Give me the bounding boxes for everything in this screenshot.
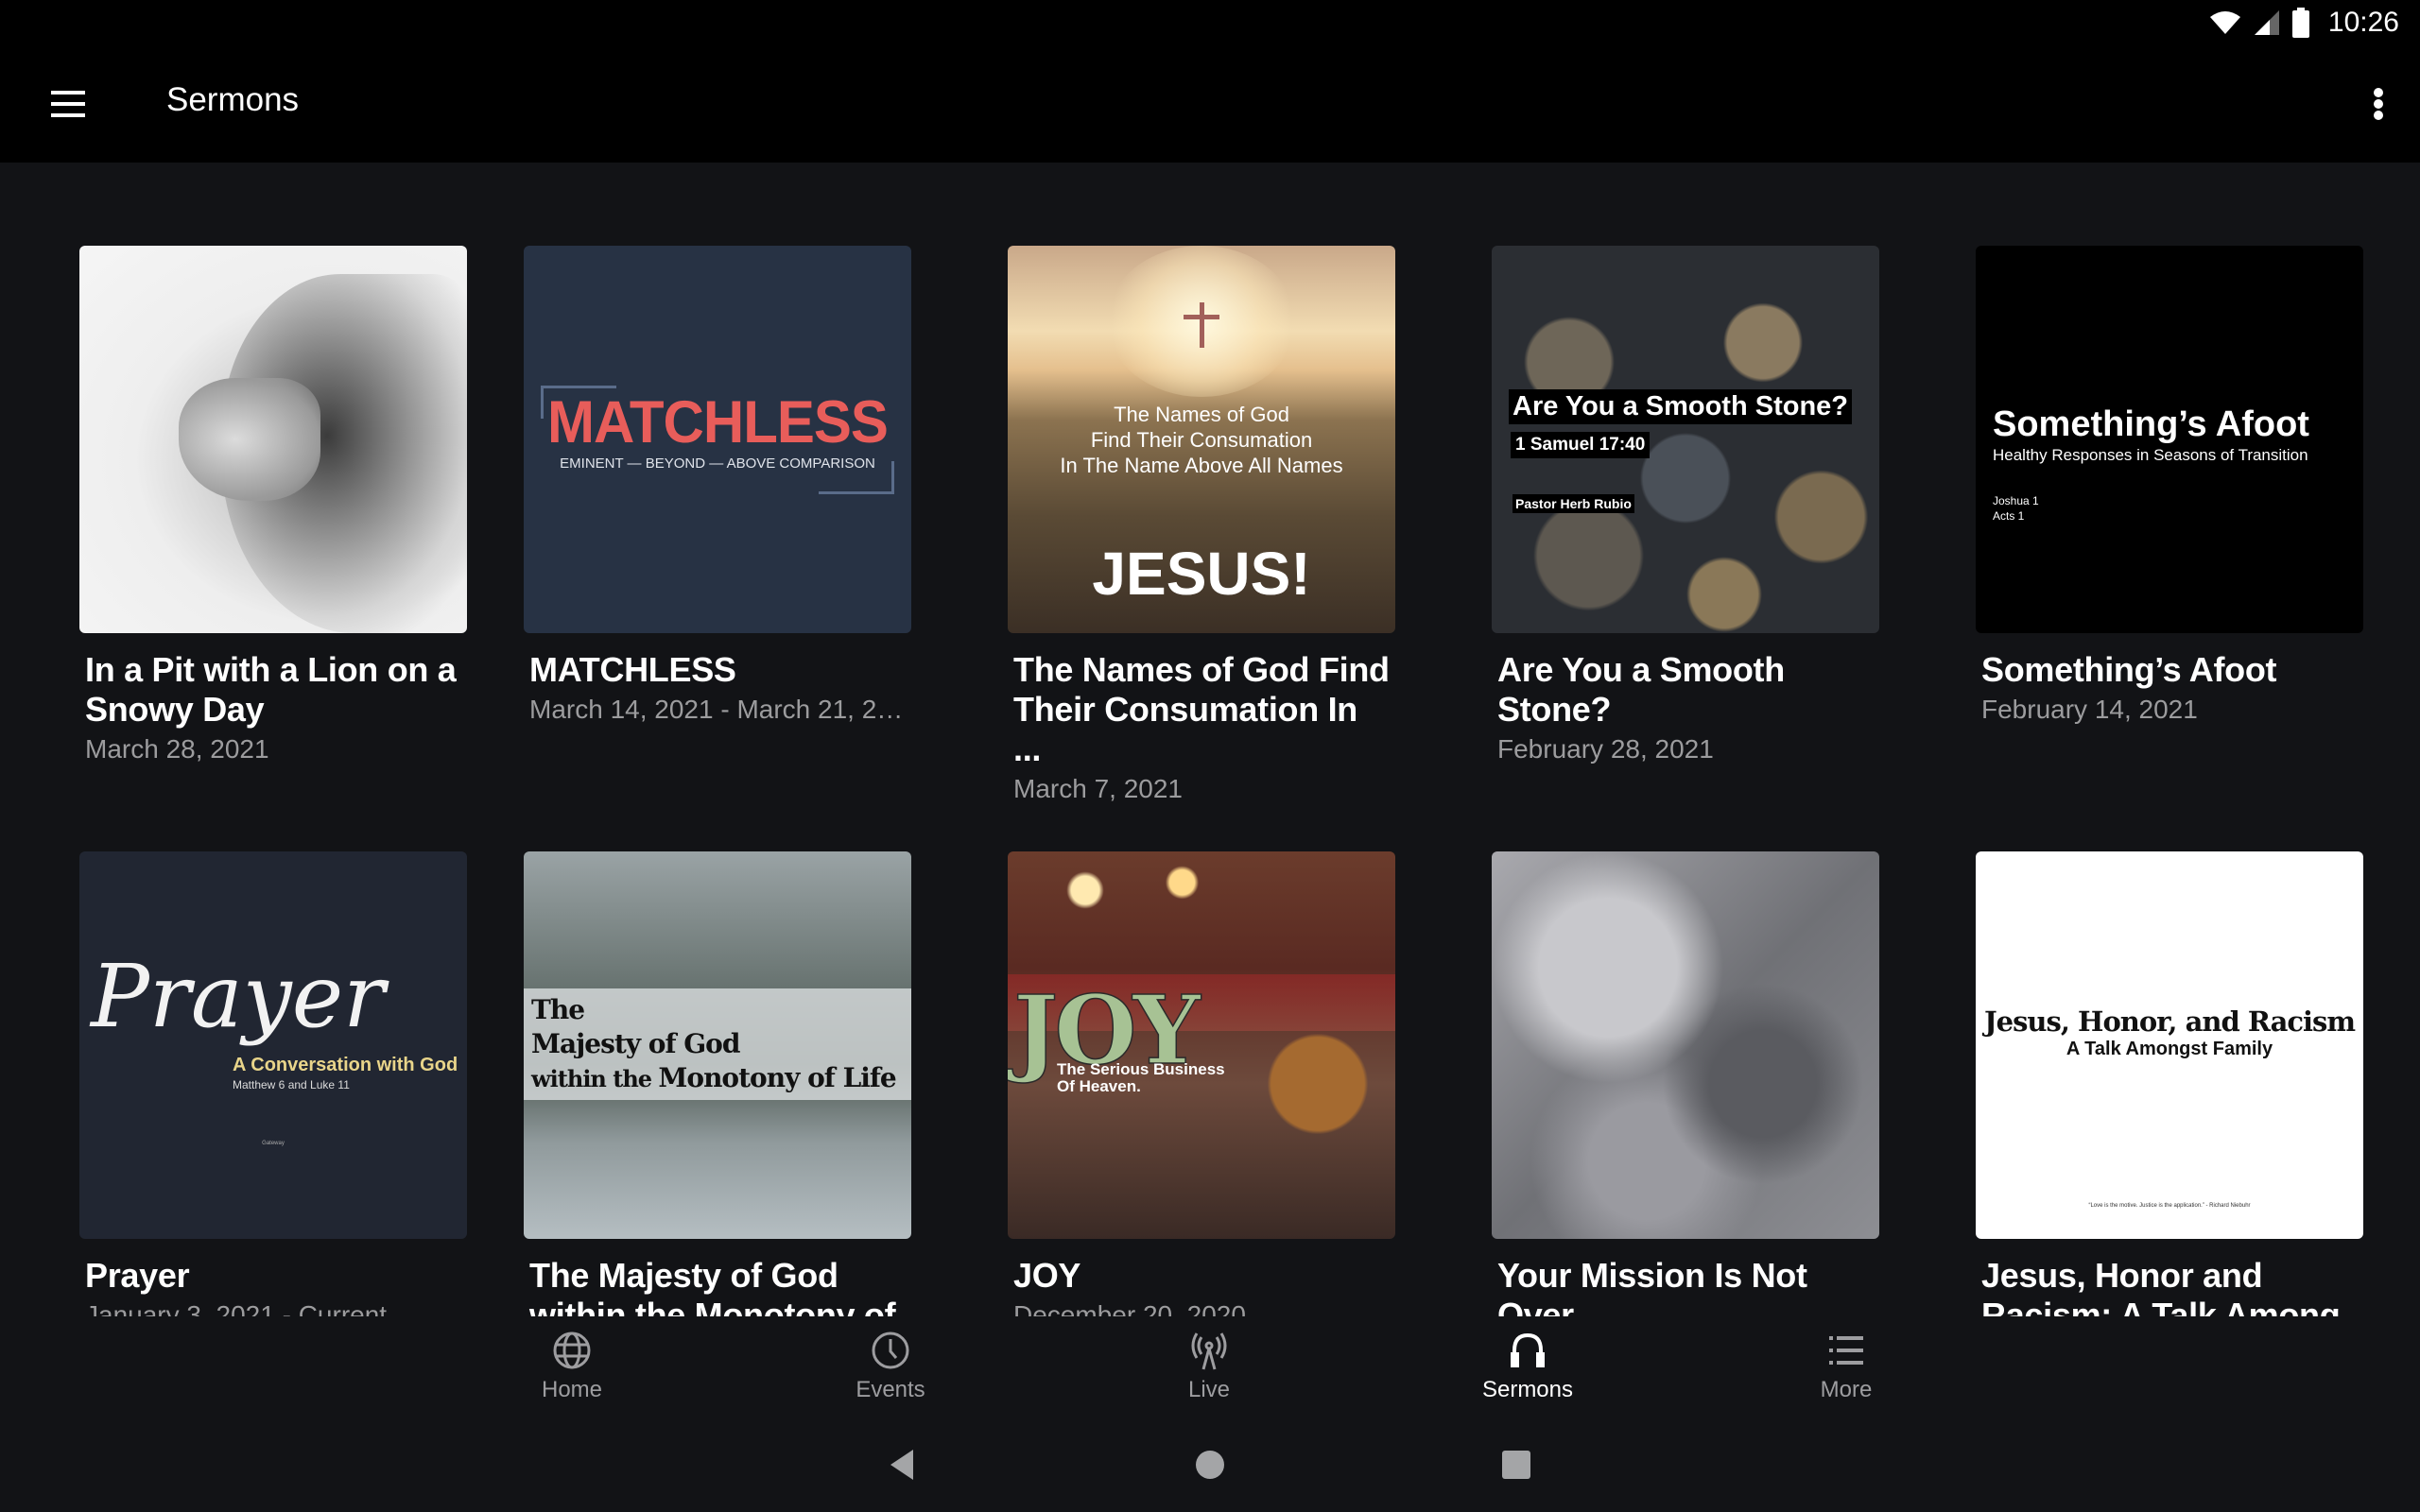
sermon-date: March 14, 2021 - March 21, 20... [529, 695, 911, 724]
nav-item-home[interactable]: Home [496, 1330, 648, 1413]
sermon-thumbnail-mission [1492, 851, 1879, 1239]
sermon-thumbnail-racism: Jesus, Honor, and Racism A Talk Amongst … [1976, 851, 2363, 1239]
sermon-card[interactable]: Prayer A Conversation with God Matthew 6… [79, 851, 467, 1316]
recents-icon[interactable] [1497, 1446, 1535, 1484]
sermon-thumbnail-majesty: The Majesty of God within the Monotony o… [524, 851, 911, 1239]
broadcast-tower-icon [1191, 1332, 1227, 1370]
sermon-date: February 14, 2021 [1981, 695, 2198, 724]
globe-icon [553, 1332, 591, 1369]
wifi-icon [2209, 11, 2240, 34]
sermon-title: Jesus, Honor and Racism: A Talk Among Fa… [1981, 1256, 2341, 1316]
more-vert-icon[interactable] [2350, 74, 2407, 130]
thumb-headline: JESUS! [1092, 540, 1311, 608]
thumb-line: The [531, 994, 585, 1025]
thumb-headline: Prayer [91, 946, 386, 1047]
sermon-title: MATCHLESS [529, 650, 736, 689]
thumb-line: The Serious Business [1057, 1060, 1225, 1078]
thumb-tag: Gateway [262, 1141, 285, 1146]
sermon-title: Your Mission Is Not Over [1497, 1256, 1807, 1316]
sermon-thumbnail-smooth-stone: Are You a Smooth Stone? 1 Samuel 17:40 P… [1492, 246, 1879, 633]
sermon-date: February 28, 2021 [1497, 734, 1714, 764]
thumb-quote: “Love is the motive. Justice is the appl… [2088, 1203, 2251, 1209]
app-toolbar: Sermons [0, 45, 2420, 163]
thumb-subtitle: A Conversation with God [233, 1055, 458, 1075]
thumb-headline: Something’s Afoot [1993, 404, 2309, 444]
thumb-headline: Are You a Smooth Stone? [1509, 389, 1853, 424]
sermon-card[interactable]: The Names of God Find Their Consumation … [1008, 246, 1395, 809]
nav-item-more[interactable]: More [1771, 1330, 1922, 1413]
thumb-line: within the [531, 1065, 659, 1092]
thumb-speaker: Pastor Herb Rubio [1512, 494, 1634, 513]
nav-label: Home [541, 1377, 603, 1402]
sermon-card[interactable]: JOY The Serious Business Of Heaven. JOY D… [1008, 851, 1395, 1316]
status-time: 10:26 [2327, 7, 2399, 38]
status-bar: 10:26 [0, 0, 2420, 45]
sermon-title: Are You a Smooth Stone? [1497, 650, 1785, 729]
sermon-thumbnail-joy: JOY The Serious Business Of Heaven. [1008, 851, 1395, 1239]
thumb-line: Monotony of Life [658, 1062, 896, 1093]
status-icons: 10:26 [2209, 6, 2399, 40]
cell-signal-icon [2254, 10, 2279, 35]
sermon-title: Prayer [85, 1256, 190, 1295]
thumb-reference: Joshua 1 [1993, 494, 2039, 507]
thumb-reference: Acts 1 [1993, 509, 2025, 523]
sermon-title: Something’s Afoot [1981, 650, 2277, 689]
sermon-card[interactable]: The Majesty of God within the Monotony o… [524, 851, 911, 1316]
sermon-title: The Names of God Find Their Consumation … [1013, 650, 1390, 768]
clock-icon [872, 1332, 909, 1369]
bottom-navigation: Home Events Live Sermons More [0, 1316, 2420, 1418]
thumb-subtitle: Healthy Responses in Seasons of Transiti… [1993, 446, 2308, 464]
nav-item-events[interactable]: Events [815, 1330, 966, 1413]
nav-label: Events [856, 1377, 925, 1402]
headphones-icon [1511, 1332, 1545, 1367]
sermon-thumbnail-matchless: MATCHLESS EMINENT — BEYOND — ABOVE COMPA… [524, 246, 911, 633]
sermon-title: The Majesty of God within the Monotony o… [529, 1256, 896, 1316]
cross-icon [1200, 302, 1204, 348]
system-navigation-bar [0, 1418, 2420, 1512]
sermon-card[interactable]: Jesus, Honor, and Racism A Talk Amongst … [1976, 851, 2363, 1316]
sermon-title: In a Pit with a Lion on a Snowy Day [85, 650, 457, 729]
list-icon [1829, 1336, 1863, 1365]
sermon-title: JOY [1013, 1256, 1081, 1295]
sermon-thumbnail-lion [79, 246, 467, 633]
back-icon[interactable] [885, 1446, 923, 1484]
sermon-card[interactable]: Are You a Smooth Stone? 1 Samuel 17:40 P… [1492, 246, 1879, 769]
sermon-card[interactable]: Something’s Afoot Healthy Responses in S… [1976, 246, 2363, 730]
nav-item-sermons[interactable]: Sermons [1452, 1330, 1603, 1413]
thumb-headline: Jesus, Honor, and Racism [1983, 1005, 2356, 1038]
thumb-line: The Names of God [1114, 403, 1289, 426]
hamburger-menu-icon[interactable] [42, 81, 95, 127]
sermon-thumbnail-prayer: Prayer A Conversation with God Matthew 6… [79, 851, 467, 1239]
battery-icon [2291, 8, 2309, 38]
thumb-subtitle: A Talk Amongst Family [2066, 1039, 2273, 1059]
sermon-card[interactable]: MATCHLESS EMINENT — BEYOND — ABOVE COMPA… [524, 246, 911, 730]
sermon-date: March 28, 2021 [85, 734, 269, 764]
sermon-card[interactable]: In a Pit with a Lion on a Snowy Day Marc… [79, 246, 467, 769]
sermon-date: March 7, 2021 [1013, 774, 1183, 803]
nav-item-live[interactable]: Live [1133, 1330, 1285, 1413]
sermon-thumbnail-names-of-god: The Names of God Find Their Consumation … [1008, 246, 1395, 633]
thumb-reference: Matthew 6 and Luke 11 [233, 1078, 350, 1091]
thumb-subtitle: EMINENT — BEYOND — ABOVE COMPARISON [560, 455, 875, 472]
sermon-card[interactable]: Your Mission Is Not Over [1492, 851, 1879, 1316]
home-icon[interactable] [1191, 1446, 1229, 1484]
sermon-date: December 20, 2020 [1013, 1300, 1246, 1316]
thumb-reference: 1 Samuel 17:40 [1511, 432, 1651, 458]
thumb-line: Majesty of God [531, 1028, 740, 1059]
nav-label: More [1820, 1377, 1873, 1402]
thumb-headline: MATCHLESS [547, 388, 889, 455]
thumb-line: Of Heaven. [1057, 1077, 1141, 1095]
thumb-line: Find Their Consumation [1090, 428, 1313, 452]
sermon-date: January 3, 2021 - Current [85, 1300, 388, 1316]
nav-label: Live [1187, 1377, 1231, 1402]
sermon-grid[interactable]: In a Pit with a Lion on a Snowy Day Marc… [0, 163, 2420, 1316]
page-title: Sermons [166, 81, 300, 118]
nav-label: Sermons [1481, 1377, 1574, 1402]
thumb-line: In The Name Above All Names [1060, 454, 1343, 477]
sermon-thumbnail-somethings-afoot: Something’s Afoot Healthy Responses in S… [1976, 246, 2363, 633]
